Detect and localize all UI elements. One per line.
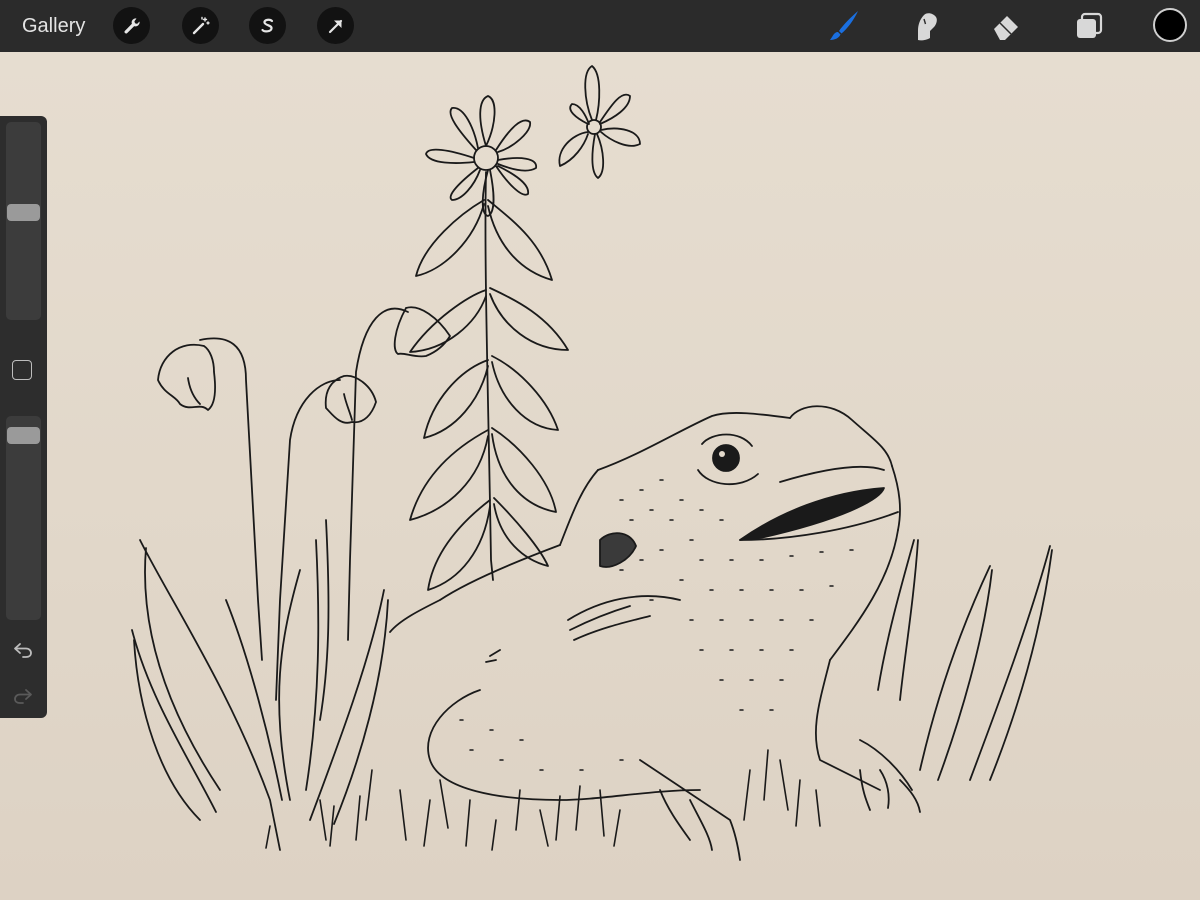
modify-square-icon[interactable] [12, 360, 32, 380]
actions-button[interactable] [113, 7, 150, 44]
eraser-icon [994, 16, 1018, 40]
toad-flower-sketch [131, 65, 1053, 861]
smudge-icon [918, 13, 937, 41]
top-toolbar: Gallery [0, 0, 1200, 52]
brush-opacity-handle[interactable] [7, 427, 40, 445]
brush-tool-button[interactable] [826, 8, 862, 44]
layers-icon [1077, 12, 1103, 38]
layers-button[interactable] [1071, 8, 1107, 44]
color-swatch[interactable] [1153, 8, 1187, 42]
brush-icon [830, 11, 858, 40]
brush-size-slider[interactable] [6, 122, 41, 320]
drawing-canvas[interactable] [0, 52, 1200, 900]
daisy-stem-drawing [409, 95, 569, 591]
adjustments-button[interactable] [182, 7, 219, 44]
toad-drawing [389, 405, 921, 861]
snowdrop-drawing [157, 306, 451, 701]
transform-button[interactable] [317, 7, 354, 44]
brush-opacity-slider[interactable] [6, 416, 41, 620]
wrench-icon [124, 17, 140, 33]
small-daisy-drawing [558, 65, 641, 179]
eraser-tool-button[interactable] [988, 8, 1024, 44]
redo-icon[interactable] [12, 684, 34, 706]
magic-wand-icon [192, 16, 210, 34]
smudge-tool-button[interactable] [907, 8, 943, 44]
selection-s-icon [260, 18, 273, 32]
sidebar [0, 116, 47, 718]
right-leaves-drawing [877, 539, 1053, 781]
gallery-button[interactable]: Gallery [22, 13, 85, 39]
selection-button[interactable] [249, 7, 286, 44]
undo-icon[interactable] [12, 638, 34, 660]
brush-size-handle[interactable] [7, 203, 40, 221]
transform-arrow-icon [328, 19, 342, 33]
